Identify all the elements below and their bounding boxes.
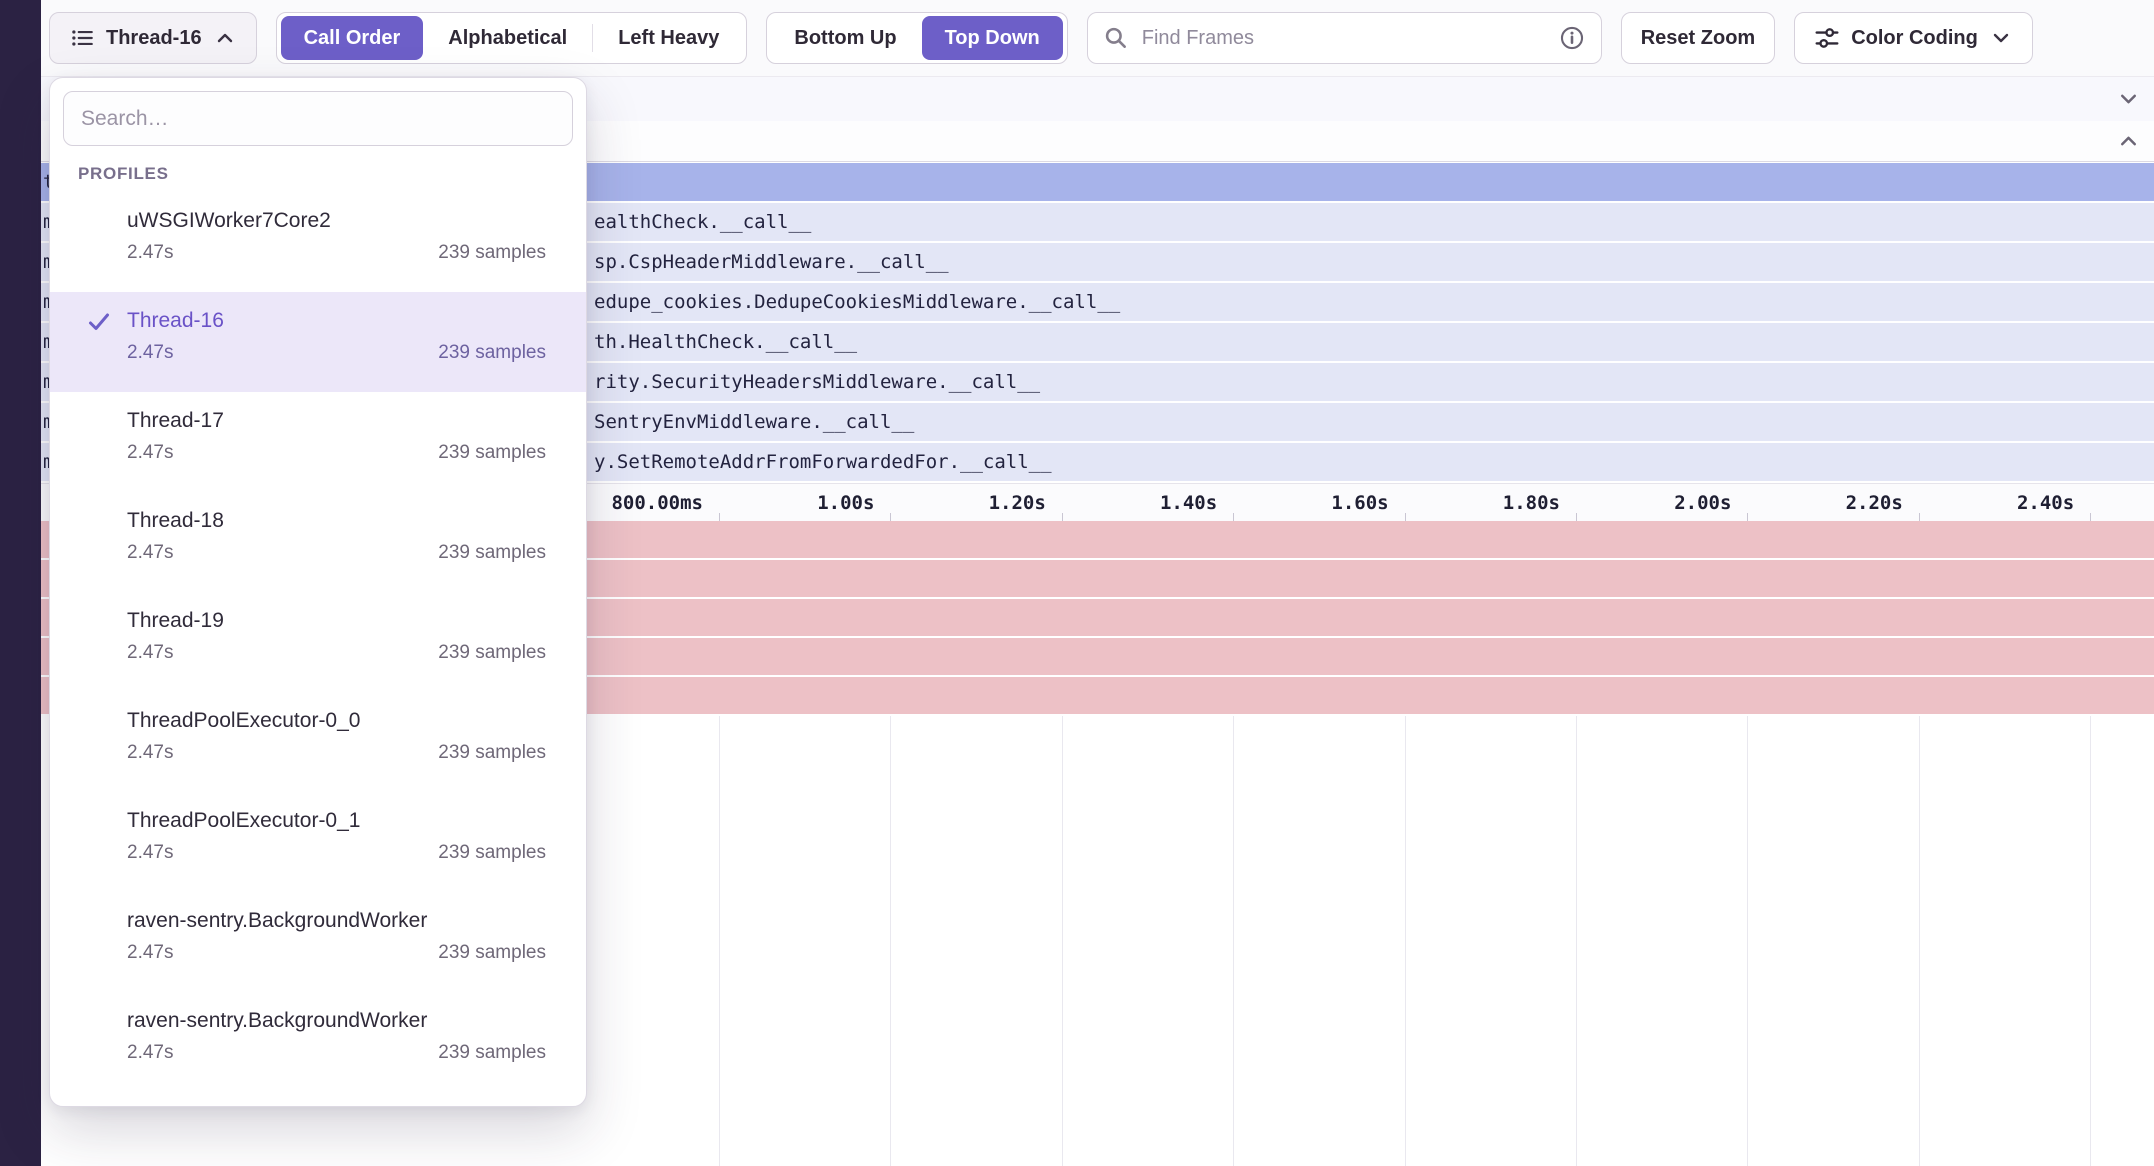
axis-tick-label: 1.40s [1077, 492, 1217, 514]
frame-label: th.HealthCheck.__call__ [594, 331, 857, 353]
profile-list-item[interactable]: Thread-16 2.47s 239 samples [50, 292, 586, 392]
profile-list-item[interactable]: raven-sentry.BackgroundWorker 2.47s 239 … [50, 992, 586, 1092]
chevron-up-icon [213, 26, 237, 50]
gridline [719, 716, 720, 1166]
frame-label: SentryEnvMiddleware.__call__ [594, 411, 914, 433]
axis-tick-label: 2.40s [1934, 492, 2074, 514]
axis-tick-label: 1.60s [1249, 492, 1389, 514]
collapse-flamegraph-button[interactable] [2116, 129, 2141, 154]
frame-label: y.SetRemoteAddrFromForwardedFor.__call__ [594, 451, 1052, 473]
gridline [2090, 716, 2091, 1166]
frame-label: ealthCheck.__call__ [594, 211, 811, 233]
gridline [1233, 716, 1234, 1166]
profile-list-item[interactable]: uWSGIWorker7Core2 2.47s 239 samples [50, 192, 586, 292]
profile-name: raven-sentry.BackgroundWorker [127, 1006, 546, 1036]
axis-tick-label: 1.20s [906, 492, 1046, 514]
profile-name: Thread-16 [127, 306, 546, 336]
frame-label: edupe_cookies.DedupeCookiesMiddleware.__… [594, 291, 1120, 313]
profile-list-item[interactable]: ThreadPoolExecutor-0_1 2.47s 239 samples [50, 792, 586, 892]
profile-samples: 239 samples [438, 238, 546, 268]
color-coding-button[interactable]: Color Coding [1794, 12, 2033, 64]
profile-duration: 2.47s [127, 838, 173, 868]
gridline [1405, 716, 1406, 1166]
profile-name: uWSGIWorker7Core2 [127, 206, 546, 236]
profiles-section-label: PROFILES [78, 164, 586, 184]
axis-tick-label: 2.00s [1591, 492, 1731, 514]
color-coding-label: Color Coding [1851, 27, 1978, 50]
check-icon [86, 309, 112, 335]
profile-name: Thread-19 [127, 606, 546, 636]
profile-list-item[interactable]: raven-sentry.BackgroundWorker 2.47s 239 … [50, 892, 586, 992]
profile-duration: 2.47s [127, 338, 173, 368]
profile-samples: 239 samples [438, 338, 546, 368]
profile-search-input[interactable] [63, 91, 573, 146]
profile-samples: 239 samples [438, 538, 546, 568]
profile-list-item[interactable]: Thread-18 2.47s 239 samples [50, 492, 586, 592]
profile-name: raven-sentry.BackgroundWorker [127, 906, 546, 936]
profile-name: ThreadPoolExecutor-0_1 [127, 806, 546, 836]
profile-samples: 239 samples [438, 1038, 546, 1068]
reset-zoom-button[interactable]: Reset Zoom [1621, 12, 1775, 64]
profile-duration: 2.47s [127, 538, 173, 568]
profile-duration: 2.47s [127, 238, 173, 268]
info-icon[interactable] [1558, 24, 1586, 52]
profile-name: Thread-17 [127, 406, 546, 436]
chevron-down-icon [2116, 87, 2141, 112]
profile-name: ThreadPoolExecutor-0_0 [127, 706, 546, 736]
gridline [890, 716, 891, 1166]
chevron-up-icon [2116, 129, 2141, 154]
gridline [1062, 716, 1063, 1166]
profile-list-item[interactable]: Thread-19 2.47s 239 samples [50, 592, 586, 692]
sidebar-strip [0, 0, 41, 1166]
gridline [1747, 716, 1748, 1166]
chevron-down-icon [1989, 26, 2013, 50]
axis-tick-label: 2.20s [1763, 492, 1903, 514]
profile-list-item[interactable]: Thread-17 2.47s 239 samples [50, 392, 586, 492]
direction-control: Bottom Up Top Down [766, 12, 1067, 64]
profiles-list: uWSGIWorker7Core2 2.47s 239 samples Thre… [50, 192, 586, 1092]
collapse-minimap-button[interactable] [2116, 87, 2141, 112]
search-icon [1103, 25, 1129, 51]
axis-tick-label: 1.00s [734, 492, 874, 514]
thread-selector-button[interactable]: Thread-16 [49, 12, 257, 64]
divider [592, 24, 593, 52]
profile-list-item[interactable]: ThreadPoolExecutor-0_0 2.47s 239 samples [50, 692, 586, 792]
frame-label: sp.CspHeaderMiddleware.__call__ [594, 251, 949, 273]
profile-samples: 239 samples [438, 638, 546, 668]
call-order-button[interactable]: Call Order [281, 16, 424, 60]
thread-selector-label: Thread-16 [106, 27, 202, 50]
gridline [1576, 716, 1577, 1166]
profile-duration: 2.47s [127, 438, 173, 468]
profile-samples: 239 samples [438, 938, 546, 968]
profile-duration: 2.47s [127, 638, 173, 668]
gridline [1919, 716, 1920, 1166]
frame-label: rity.SecurityHeadersMiddleware.__call__ [594, 371, 1040, 393]
axis-tick-label: 1.80s [1420, 492, 1560, 514]
bottom-up-button[interactable]: Bottom Up [771, 16, 919, 60]
profile-duration: 2.47s [127, 738, 173, 768]
profile-name: Thread-18 [127, 506, 546, 536]
top-down-button[interactable]: Top Down [922, 16, 1063, 60]
sort-order-control: Call Order Alphabetical Left Heavy [276, 12, 748, 64]
find-frames-input[interactable] [1140, 26, 1547, 51]
alphabetical-button[interactable]: Alphabetical [425, 16, 590, 60]
profiler-app: Thread-16 Call Order Alphabetical Left H… [0, 0, 2154, 1166]
profile-samples: 239 samples [438, 738, 546, 768]
list-icon [69, 25, 95, 51]
profile-duration: 2.47s [127, 1038, 173, 1068]
toolbar: Thread-16 Call Order Alphabetical Left H… [41, 0, 2154, 77]
thread-dropdown-panel: PROFILES uWSGIWorker7Core2 2.47s 239 sam… [49, 77, 587, 1107]
left-heavy-button[interactable]: Left Heavy [595, 16, 742, 60]
sliders-icon [1814, 25, 1840, 51]
find-frames-box [1087, 12, 1602, 64]
profile-duration: 2.47s [127, 938, 173, 968]
profile-samples: 239 samples [438, 838, 546, 868]
profile-samples: 239 samples [438, 438, 546, 468]
